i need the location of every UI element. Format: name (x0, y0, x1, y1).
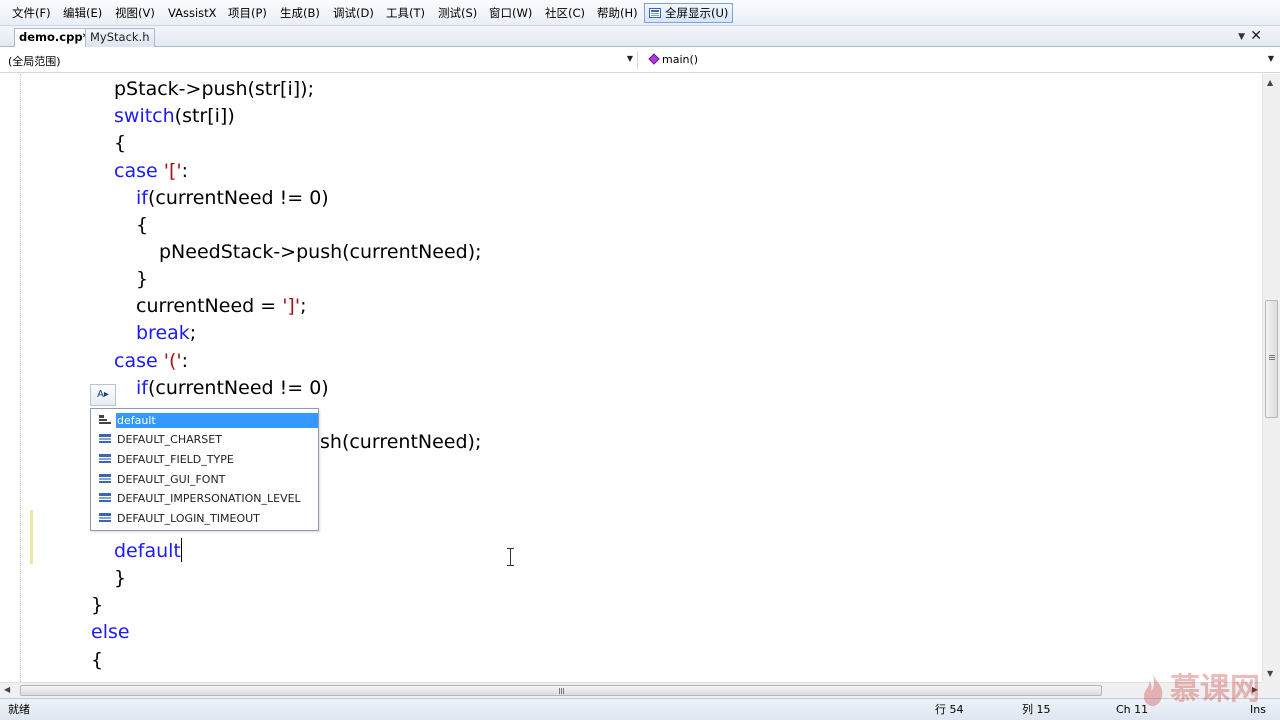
code-line: sh(currentNeed); (320, 431, 482, 453)
menu-community[interactable]: 社区(C) (543, 4, 587, 22)
outline-margin (20, 74, 21, 682)
code-editor[interactable]: pStack->push(str[i]); switch(str[i]) { c… (0, 74, 1262, 682)
chevron-down-icon: ▼ (626, 54, 633, 63)
code-line: else (91, 621, 130, 643)
code-line: break; (136, 322, 197, 344)
autocomplete-item[interactable]: DEFAULT_IMPERSONATION_LEVEL (93, 489, 316, 508)
menu-help[interactable]: 帮助(H) (595, 4, 640, 22)
ibeam-cursor-icon (506, 548, 516, 566)
code-line: pNeedStack->push(currentNeed); (159, 241, 482, 263)
change-indicator (30, 510, 33, 564)
keyword-icon (99, 415, 111, 425)
autocomplete-filter-button[interactable]: A▸ (90, 384, 116, 406)
autocomplete-item[interactable]: DEFAULT_LOGIN_TIMEOUT (93, 509, 316, 528)
menu-file[interactable]: 文件(F) (10, 4, 53, 22)
macro-icon (99, 454, 111, 464)
scroll-left-icon[interactable]: ◀ (4, 685, 10, 694)
code-line: } (114, 567, 127, 589)
member-dropdown[interactable]: main() ▼ (644, 51, 1278, 70)
menu-view[interactable]: 视图(V) (113, 4, 157, 22)
status-ready: 就绪 (8, 703, 30, 716)
autocomplete-item[interactable]: default (93, 411, 318, 430)
code-line: { (114, 132, 127, 154)
chevron-down-icon: ▼ (1267, 54, 1274, 63)
code-line: if(currentNeed != 0) (136, 377, 329, 399)
macro-icon (99, 493, 111, 503)
macro-icon (99, 474, 111, 484)
code-line: case '[': (114, 160, 188, 182)
horizontal-scroll-thumb[interactable] (20, 685, 1102, 696)
status-line: 行 54 (935, 703, 964, 716)
text-caret (181, 538, 182, 562)
member-value: main() (662, 53, 699, 66)
scope-dropdown[interactable]: (全局范围) ▼ (2, 51, 638, 70)
menu-edit[interactable]: 编辑(E) (61, 4, 104, 22)
scope-value: (全局范围) (8, 55, 61, 68)
fullscreen-icon (649, 8, 661, 18)
vertical-scrollbar[interactable]: ▲ ▼ (1262, 74, 1280, 682)
document-tab-strip: demo.cpp* MyStack.h ▼ ✕ (0, 26, 1280, 47)
function-icon (648, 53, 660, 65)
macro-icon (99, 513, 111, 523)
menu-bar: 文件(F) 编辑(E) 视图(V) VAssistX 项目(P) 生成(B) 调… (0, 0, 1280, 26)
fullscreen-button[interactable]: 全屏显示(U) (644, 3, 734, 23)
tab-list-dropdown-icon[interactable]: ▼ (1238, 29, 1245, 45)
watermark-text: 慕课网 (1170, 672, 1260, 707)
code-line: } (91, 594, 104, 616)
tab-demo-cpp[interactable]: demo.cpp* (14, 28, 94, 47)
code-line: { (136, 214, 149, 236)
code-line: currentNeed = ']'; (136, 295, 307, 317)
code-line: if(currentNeed != 0) (136, 187, 329, 209)
autocomplete-item[interactable]: DEFAULT_CHARSET (93, 430, 316, 449)
watermark-logo: 慕课网 (1138, 668, 1270, 714)
menu-vassistx[interactable]: VAssistX (166, 4, 219, 22)
menu-window[interactable]: 窗口(W) (487, 4, 534, 22)
navigation-bar: (全局范围) ▼ main() ▼ (0, 48, 1280, 73)
status-column: 列 15 (1022, 703, 1051, 716)
menu-debug[interactable]: 调试(D) (331, 4, 376, 22)
vertical-scroll-thumb[interactable] (1265, 300, 1278, 418)
fullscreen-label: 全屏显示(U) (665, 6, 729, 20)
code-line: { (91, 649, 104, 671)
autocomplete-item[interactable]: DEFAULT_GUI_FONT (93, 470, 316, 489)
scroll-up-icon[interactable]: ▲ (1267, 78, 1273, 87)
tab-mystack-h[interactable]: MyStack.h (85, 28, 155, 47)
flame-logo-icon (1143, 674, 1163, 706)
menu-build[interactable]: 生成(B) (278, 4, 322, 22)
code-line-current: default (114, 540, 181, 562)
status-bar: 就绪 行 54 列 15 Ch 11 Ins (0, 698, 1280, 720)
code-line: } (136, 268, 149, 290)
horizontal-scrollbar[interactable]: ◀ ▶ (0, 682, 1262, 698)
menu-test[interactable]: 测试(S) (436, 4, 479, 22)
autocomplete-item[interactable]: DEFAULT_FIELD_TYPE (93, 450, 316, 469)
menu-project[interactable]: 项目(P) (226, 4, 269, 22)
code-line: switch(str[i]) (114, 105, 235, 127)
close-document-icon[interactable]: ✕ (1250, 28, 1262, 44)
code-line: case '(': (114, 350, 188, 372)
menu-tools[interactable]: 工具(T) (384, 4, 427, 22)
code-line: pStack->push(str[i]); (114, 78, 314, 100)
macro-icon (99, 434, 111, 444)
autocomplete-list[interactable]: default DEFAULT_CHARSET DEFAULT_FIELD_TY… (90, 408, 319, 531)
